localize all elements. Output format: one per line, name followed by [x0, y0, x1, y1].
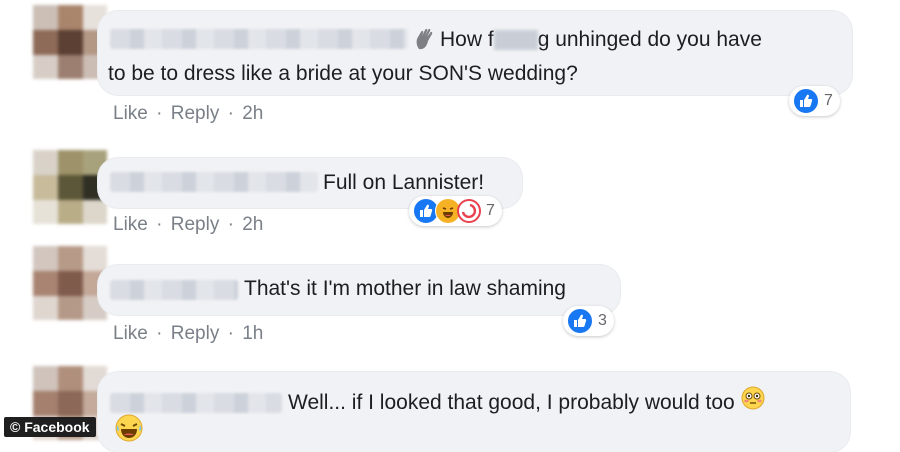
separator: ·	[227, 214, 234, 235]
commenter-name[interactable]	[110, 280, 238, 300]
comment-actions: Like · Reply · 2h	[113, 103, 266, 125]
separator: ·	[156, 214, 163, 235]
comment-text-line2: to be to dress like a bride at your SON'…	[108, 62, 578, 85]
comment-text: That's it I'm mother in law shaming	[244, 277, 566, 300]
timestamp[interactable]: 2h	[242, 103, 263, 124]
commenter-name[interactable]	[110, 393, 282, 413]
comment-actions: Like · Reply · 1h	[113, 323, 266, 345]
like-link[interactable]: Like	[113, 103, 148, 124]
separator: ·	[156, 103, 163, 124]
comment-text-end: g unhinged do you have	[537, 28, 762, 51]
comment-text: Full on Lannister!	[323, 171, 485, 194]
commenter-name[interactable]	[110, 172, 318, 192]
like-link[interactable]: Like	[113, 214, 148, 235]
avatar[interactable]	[33, 5, 107, 79]
timestamp[interactable]: 2h	[242, 214, 263, 235]
flushed-face-icon	[741, 386, 765, 420]
reaction-count: 7	[824, 92, 833, 109]
reaction-summary[interactable]: 7	[409, 196, 502, 226]
reaction-summary[interactable]: 3	[563, 306, 614, 336]
comment-text: How f g unhinged do you have	[440, 23, 762, 56]
waving-hand-icon	[414, 27, 436, 56]
source-watermark: © Facebook	[4, 417, 96, 437]
separator: ·	[156, 323, 163, 344]
thumbs-up-icon	[793, 88, 819, 114]
reaction-summary[interactable]: 7	[789, 86, 840, 116]
reaction-count: 3	[598, 312, 607, 329]
reply-link[interactable]: Reply	[171, 323, 220, 344]
thumbs-up-icon	[567, 308, 593, 334]
avatar[interactable]	[33, 150, 107, 224]
comment-actions: Like · Reply · 2h	[113, 214, 266, 236]
commenter-name[interactable]	[110, 29, 408, 49]
censored-word	[493, 30, 538, 51]
comment-text: Well... if I looked that good, I probabl…	[288, 386, 765, 420]
laughing-face-icon	[115, 414, 143, 447]
separator: ·	[227, 103, 234, 124]
reaction-count: 7	[486, 202, 495, 219]
timestamp[interactable]: 1h	[242, 323, 263, 344]
like-link[interactable]: Like	[113, 323, 148, 344]
comment-text-body: Well... if I looked that good, I probabl…	[288, 391, 735, 414]
avatar[interactable]	[33, 246, 107, 320]
surprised-face-icon	[457, 199, 481, 223]
separator: ·	[227, 323, 234, 344]
reply-link[interactable]: Reply	[171, 103, 220, 124]
comment-text-start: How f	[440, 28, 494, 51]
reply-link[interactable]: Reply	[171, 214, 220, 235]
